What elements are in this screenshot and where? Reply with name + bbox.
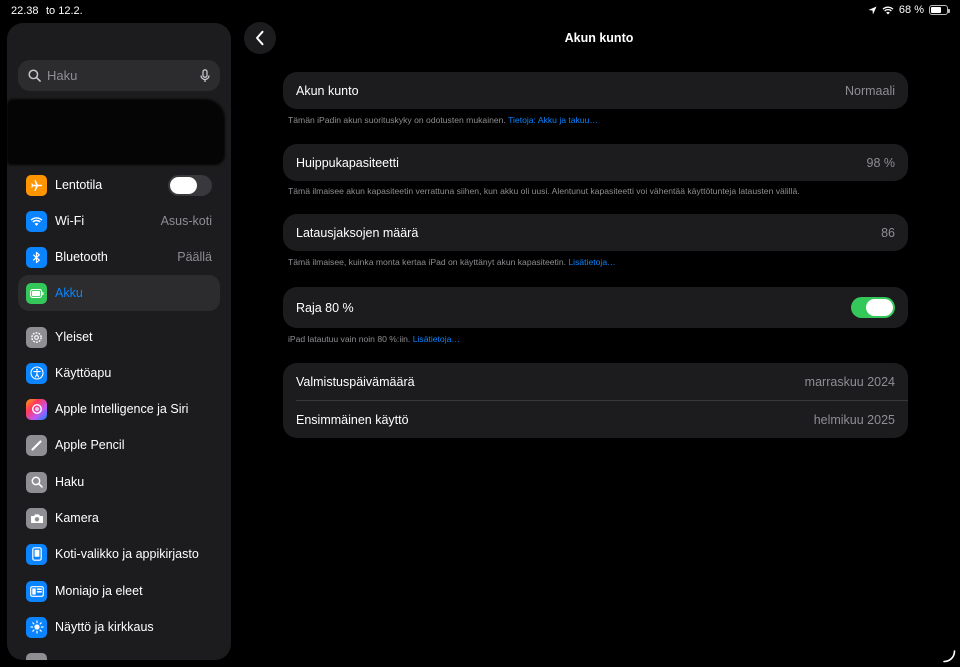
sidebar-item-label: Yleiset [55,330,93,344]
pencil-icon [26,434,47,456]
first-use-row: Ensimmäinen käyttö helmikuu 2025 [283,401,908,438]
battery-dates-card: Valmistuspäivämäärä marraskuu 2024 Ensim… [283,363,908,438]
sidebar-item-label: Moniajo ja eleet [55,584,143,598]
wifi-status-icon [882,6,894,14]
sidebar-item-home-screen[interactable]: Koti-valikko ja appikirjasto [18,536,220,572]
first-use-value: helmikuu 2025 [813,412,895,427]
charge-limit-toggle[interactable] [851,297,895,318]
location-icon [868,5,877,15]
sidebar-item-search[interactable]: Haku [18,464,220,500]
gear-icon [26,326,47,348]
sidebar-item-display-brightness[interactable]: Näyttö ja kirkkaus [18,609,220,645]
battery-status-icon [929,5,950,15]
sidebar-item-label: Lentotila [55,178,103,192]
home-screen-icon [26,543,47,565]
multitasking-icon [26,580,47,602]
sidebar-item-label: Apple Intelligence ja Siri [55,402,189,416]
sidebar-item-battery[interactable]: Akku [18,275,220,311]
battery-health-label: Akun kunto [296,83,359,98]
battery-icon [26,282,47,304]
sidebar-item-camera[interactable]: Kamera [18,500,220,536]
sidebar-item-wifi[interactable]: Wi-Fi Asus-koti [18,203,220,239]
sidebar-item-label: Akku [55,286,83,300]
sidebar-item-accessibility[interactable]: Käyttöapu [18,355,220,391]
sidebar-item-label: Wi-Fi [55,214,85,228]
status-bar: 22.38 to 12.2. 68 % [0,0,960,22]
maximum-capacity-value: 98 % [866,155,896,170]
sidebar-item-apple-intelligence-siri[interactable]: Apple Intelligence ja Siri [18,391,220,427]
maximum-capacity-label: Huippukapasiteetti [296,155,399,170]
wallpaper-icon [26,652,47,660]
sidebar-item-general[interactable]: Yleiset [18,319,220,355]
microphone-icon[interactable] [200,68,210,83]
charge-limit-learn-more-link[interactable]: Lisätietoja… [413,334,460,344]
cycle-count-label: Latausjaksojen määrä [296,225,419,240]
cycle-count-row: Latausjaksojen määrä 86 [283,214,908,251]
bluetooth-status: Päällä [177,250,212,264]
manufacture-date-row: Valmistuspäivämäärä marraskuu 2024 [283,363,908,400]
sidebar-item-label: Bluetooth [55,250,108,264]
page-title: Akun kunto [564,31,634,45]
manufacture-date-value: marraskuu 2024 [804,374,895,389]
airplane-icon [26,174,47,196]
battery-health-value: Normaali [844,83,895,98]
maximum-capacity-card: Huippukapasiteetti 98 % [283,144,908,181]
battery-health-note: Tämän iPadin akun suorituskyky on odotus… [288,115,599,125]
search-placeholder: Haku [47,68,78,83]
redacted-account-area [7,99,225,165]
chevron-left-icon [256,30,264,46]
cycle-count-note: Tämä ilmaisee, kuinka monta kertaa iPad … [288,257,616,267]
status-date: to 12.2. [46,5,83,17]
sidebar-item-label: Haku [55,475,85,489]
brightness-icon [26,616,47,638]
settings-sidebar: Haku Lentotila Wi-Fi Asus-koti Bluetooth… [7,23,231,660]
manufacture-date-label: Valmistuspäivämäärä [296,374,415,389]
sidebar-search-field[interactable]: Haku [18,60,220,91]
maximum-capacity-note: Tämä ilmaisee akun kapasiteetin verrattu… [288,186,800,196]
search-icon [26,471,47,493]
accessibility-icon [26,362,47,384]
sidebar-item-label: Koti-valikko ja appikirjasto [55,547,199,561]
camera-icon [26,507,47,529]
airplane-mode-toggle[interactable] [168,174,212,196]
sidebar-item-apple-pencil[interactable]: Apple Pencil [18,427,220,463]
maximum-capacity-row: Huippukapasiteetti 98 % [283,144,908,181]
back-button[interactable] [244,22,276,54]
charge-limit-card: Raja 80 % [283,287,908,328]
resize-corner-icon[interactable] [942,649,956,663]
sidebar-item-label: Kamera [55,511,99,525]
cycle-count-value: 86 [881,225,895,240]
cycle-count-learn-more-link[interactable]: Lisätietoja… [568,257,615,267]
search-icon [28,69,41,82]
sidebar-item-partial[interactable] [18,645,220,660]
wifi-network-name: Asus-koti [160,214,212,228]
battery-percent: 68 % [898,4,924,16]
sidebar-item-label: Näyttö ja kirkkaus [55,620,154,634]
first-use-label: Ensimmäinen käyttö [296,412,409,427]
cycle-count-card: Latausjaksojen määrä 86 [283,214,908,251]
battery-warranty-link[interactable]: Tietoja: Akku ja takuu… [508,115,598,125]
sidebar-item-airplane-mode[interactable]: Lentotila [18,167,220,203]
sidebar-item-multitasking[interactable]: Moniajo ja eleet [18,573,220,609]
sidebar-item-label: Apple Pencil [55,438,125,452]
charge-limit-label: Raja 80 % [296,300,354,315]
sidebar-item-bluetooth[interactable]: Bluetooth Päällä [18,239,220,275]
bluetooth-icon [26,246,47,268]
status-time: 22.38 [11,5,39,17]
sidebar-item-label: Käyttöapu [55,366,112,380]
charge-limit-row: Raja 80 % [283,287,908,328]
battery-health-card: Akun kunto Normaali [283,72,908,109]
wifi-icon [26,210,47,232]
battery-health-row: Akun kunto Normaali [283,72,908,109]
charge-limit-note: iPad latautuu vain noin 80 %:iin. Lisäti… [288,334,460,344]
siri-icon [26,398,47,420]
